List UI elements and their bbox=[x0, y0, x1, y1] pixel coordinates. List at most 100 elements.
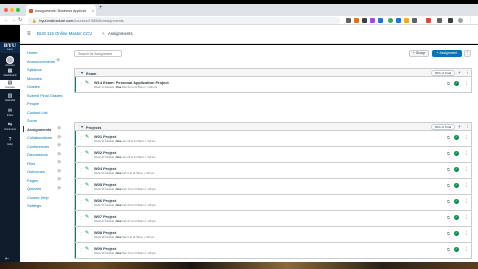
course-nav-people[interactable]: People bbox=[27, 101, 39, 106]
course-nav-announcements[interactable]: Announcements bbox=[27, 59, 55, 64]
assignment-options-icon[interactable]: ⋮ bbox=[464, 247, 469, 253]
extension-icon[interactable] bbox=[346, 18, 351, 23]
global-nav-inbox[interactable]: ✉ Inbox bbox=[0, 108, 20, 117]
extension-icon[interactable] bbox=[412, 18, 417, 23]
group-options-icon[interactable]: ⋮ bbox=[465, 70, 470, 76]
extension-icon[interactable] bbox=[370, 18, 375, 23]
assignment-options-icon[interactable]: ⋮ bbox=[464, 81, 469, 87]
assignment-row[interactable]: ⋮⋮ ✎ W06 Project Week 06 Module | Due Fe… bbox=[74, 195, 472, 211]
assignment-group-projects[interactable]: ⋮⋮ ▾ Projects 50% of Total + ⋮ bbox=[74, 122, 472, 131]
assignment-title[interactable]: W07 Project bbox=[94, 214, 116, 219]
address-bar[interactable]: 🔒 byui.instructure.com /courses/198966/a… bbox=[28, 17, 340, 24]
assignment-title[interactable]: W05 Project bbox=[94, 182, 116, 187]
published-check-icon[interactable]: ✓ bbox=[454, 199, 459, 204]
tab-close-icon[interactable]: × bbox=[92, 8, 94, 13]
collapse-caret-icon[interactable]: ▾ bbox=[81, 70, 83, 75]
course-nav-home[interactable]: Home bbox=[27, 50, 37, 55]
duplicate-icon[interactable]: ⧉ bbox=[447, 151, 450, 156]
breadcrumb-course[interactable]: BUS 115 Online Master CCV bbox=[37, 31, 92, 36]
duplicate-icon[interactable]: ⧉ bbox=[447, 199, 450, 204]
assignment-row[interactable]: ⋮⋮ ✎ W08 Project Week 08 Module | Due Ma… bbox=[74, 227, 472, 243]
global-nav-dashboard[interactable]: ▦ Dashboard bbox=[0, 68, 20, 77]
assignment-title[interactable]: W04 Project bbox=[94, 166, 116, 171]
published-check-icon[interactable]: ✓ bbox=[454, 81, 459, 86]
duplicate-icon[interactable]: ⧉ bbox=[447, 183, 450, 188]
assignment-title[interactable]: W02 Project bbox=[94, 150, 116, 155]
back-icon[interactable]: ← bbox=[4, 17, 9, 23]
profile-avatar[interactable] bbox=[458, 18, 463, 23]
extension-icon[interactable] bbox=[378, 18, 383, 23]
byu-idaho-logo[interactable]: BYU IDAHO bbox=[0, 42, 20, 53]
global-nav-courses[interactable]: ▤ Courses bbox=[0, 80, 20, 89]
assignment-row[interactable]: ⋮⋮ ✎ W07 Project Week 07 Module | Due Fe… bbox=[74, 211, 472, 227]
assignment-options-icon[interactable]: ⋮ bbox=[464, 167, 469, 173]
global-nav-commons[interactable]: ⇆ Commons bbox=[0, 122, 20, 131]
assignment-options-icon[interactable]: ⋮ bbox=[464, 183, 469, 189]
published-check-icon[interactable]: ✓ bbox=[454, 247, 459, 252]
assignment-row[interactable]: ⋮⋮ ✎ W09 Project Week 09 Module | Due Ma… bbox=[74, 243, 472, 259]
assignment-title[interactable]: W08 Project bbox=[94, 230, 116, 235]
close-window-icon[interactable] bbox=[4, 8, 8, 12]
extension-icon[interactable] bbox=[362, 18, 367, 23]
assignment-row[interactable]: ⋮⋮ ✎ W01 Project Week 01 Module | Due Ja… bbox=[74, 131, 472, 147]
search-assignments-input[interactable] bbox=[74, 50, 122, 57]
assignment-options-icon[interactable]: ⋮ bbox=[464, 215, 469, 221]
global-nav-help[interactable]: ? Help bbox=[0, 137, 20, 146]
duplicate-icon[interactable]: ⧉ bbox=[447, 135, 450, 140]
extension-icon[interactable] bbox=[388, 18, 393, 23]
assignments-options-button[interactable]: ⋮ bbox=[464, 50, 471, 57]
course-nav-modules[interactable]: Modules bbox=[27, 76, 42, 81]
add-to-group-icon[interactable]: + bbox=[458, 124, 461, 129]
published-check-icon[interactable]: ✓ bbox=[454, 167, 459, 172]
course-nav-files[interactable]: Files bbox=[27, 161, 35, 166]
published-check-icon[interactable]: ✓ bbox=[454, 183, 459, 188]
assignment-options-icon[interactable]: ⋮ bbox=[464, 199, 469, 205]
duplicate-icon[interactable]: ⧉ bbox=[447, 231, 450, 236]
global-nav-account[interactable]: Account bbox=[0, 56, 20, 67]
duplicate-icon[interactable]: ⧉ bbox=[447, 215, 450, 220]
assignment-title[interactable]: W06 Project bbox=[94, 198, 116, 203]
assignment-title[interactable]: W09 Project bbox=[94, 246, 116, 251]
assignment-row[interactable]: ⋮⋮ ✎ W04 Project Week 04 Module | Due Fe… bbox=[74, 163, 472, 179]
published-check-icon[interactable]: ✓ bbox=[454, 151, 459, 156]
course-nav-assignments[interactable]: Assignments bbox=[22, 125, 51, 132]
group-options-icon[interactable]: ⋮ bbox=[465, 124, 470, 130]
duplicate-icon[interactable]: ⧉ bbox=[447, 247, 450, 252]
course-nav-discussions[interactable]: Discussions bbox=[27, 152, 48, 157]
browser-tab[interactable]: Assignments: Business Applicat × bbox=[26, 5, 96, 16]
assignment-row[interactable]: ⋮⋮ ✎ W02 Project Week 02 Module | Due Ja… bbox=[74, 147, 472, 163]
assignment-options-icon[interactable]: ⋮ bbox=[464, 231, 469, 237]
assignment-options-icon[interactable]: ⋮ bbox=[464, 135, 469, 141]
collapse-caret-icon[interactable]: ▾ bbox=[81, 124, 83, 129]
course-nav-collaborations[interactable]: Collaborations bbox=[27, 135, 52, 140]
extension-icon[interactable] bbox=[404, 18, 409, 23]
forward-icon[interactable]: → bbox=[11, 17, 16, 23]
add-assignment-button[interactable]: + Assignment bbox=[432, 50, 462, 57]
course-nav-submit-final-grades[interactable]: Submit Final Grades bbox=[27, 93, 62, 98]
course-menu-toggle-icon[interactable]: ≡ bbox=[27, 31, 31, 37]
course-nav-course-help[interactable]: Course Help bbox=[27, 195, 49, 200]
add-to-group-icon[interactable]: + bbox=[458, 70, 461, 75]
assignment-options-icon[interactable]: ⋮ bbox=[464, 151, 469, 157]
course-nav-outcomes[interactable]: Outcomes bbox=[27, 169, 45, 174]
course-nav-zoom[interactable]: Zoom bbox=[27, 118, 37, 123]
course-nav-syllabus[interactable]: Syllabus bbox=[27, 67, 42, 72]
course-nav-pages[interactable]: Pages bbox=[27, 178, 38, 183]
extension-icon[interactable] bbox=[396, 18, 401, 23]
minimize-window-icon[interactable] bbox=[10, 8, 14, 12]
assignment-title[interactable]: W01 Project bbox=[94, 134, 116, 139]
add-group-button[interactable]: + Group bbox=[409, 50, 429, 57]
browser-menu-icon[interactable]: ⋮ bbox=[468, 17, 473, 23]
assignment-row[interactable]: ⋮⋮ ✎ W14 Exam: Personal Application Proj… bbox=[74, 77, 472, 93]
extension-icon[interactable] bbox=[426, 18, 431, 23]
extension-icon[interactable] bbox=[354, 18, 359, 23]
published-check-icon[interactable]: ✓ bbox=[454, 135, 459, 140]
course-nav-grades[interactable]: Grades bbox=[27, 84, 40, 89]
published-check-icon[interactable]: ✓ bbox=[454, 215, 459, 220]
course-nav-quizzes[interactable]: Quizzes bbox=[27, 186, 41, 191]
reload-icon[interactable]: ↻ bbox=[18, 17, 22, 23]
duplicate-icon[interactable]: ⧉ bbox=[447, 167, 450, 172]
course-nav-contact-list[interactable]: Contact List bbox=[27, 110, 48, 115]
published-check-icon[interactable]: ✓ bbox=[454, 231, 459, 236]
course-nav-settings[interactable]: Settings bbox=[27, 203, 41, 208]
